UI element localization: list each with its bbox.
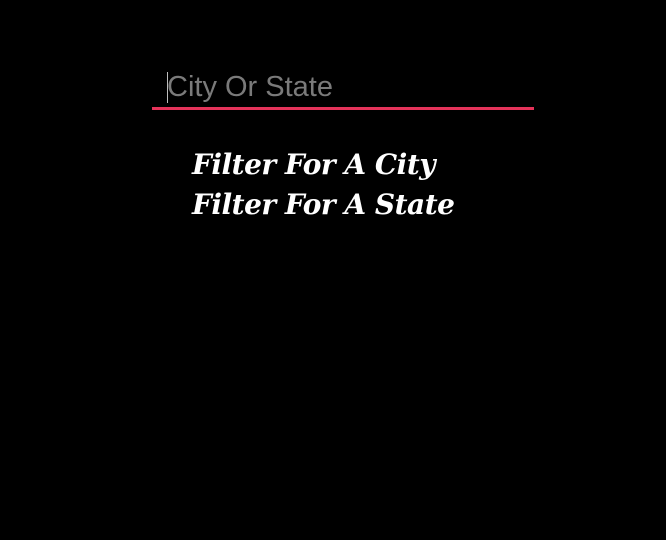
search-field — [152, 68, 534, 110]
filter-state-option[interactable]: Filter For A State — [192, 185, 455, 225]
search-input[interactable] — [152, 68, 534, 107]
app-screen: Filter For A City Filter For A State — [0, 0, 666, 540]
filter-options-list: Filter For A City Filter For A State — [192, 145, 455, 225]
filter-city-option[interactable]: Filter For A City — [192, 145, 454, 185]
search-underline — [152, 107, 534, 110]
text-caret — [167, 72, 168, 103]
